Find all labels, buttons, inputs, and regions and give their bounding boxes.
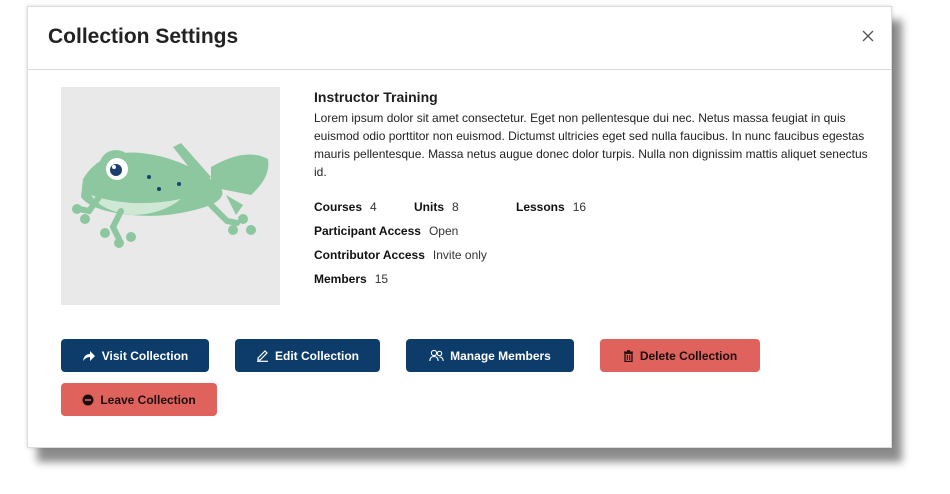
units-label: Units xyxy=(414,200,444,214)
contributor-access-row: Contributor Access Invite only xyxy=(314,243,874,267)
courses-stat: Courses 4 xyxy=(314,200,414,214)
modal-header: Collection Settings xyxy=(28,7,891,70)
minus-circle-icon xyxy=(82,394,94,406)
units-value: 8 xyxy=(452,200,459,214)
participant-access-row: Participant Access Open xyxy=(314,219,874,243)
share-arrow-icon xyxy=(82,350,96,362)
counts-row: Courses 4 Units 8 Lessons 16 xyxy=(314,195,874,219)
courses-label: Courses xyxy=(314,200,363,214)
contributor-access-label: Contributor Access xyxy=(314,248,425,262)
visit-collection-button[interactable]: Visit Collection xyxy=(61,339,209,372)
collection-image xyxy=(61,87,280,305)
collection-settings-modal: Collection Settings Instructor Training … xyxy=(27,6,892,448)
trash-icon xyxy=(623,349,634,362)
edit-collection-label: Edit Collection xyxy=(275,348,359,363)
contributor-access-value: Invite only xyxy=(432,248,487,262)
edit-collection-button[interactable]: Edit Collection xyxy=(235,339,380,372)
participant-access-value: Open xyxy=(428,224,459,238)
manage-members-label: Manage Members xyxy=(450,348,551,363)
collection-name: Instructor Training xyxy=(314,89,438,105)
collection-description: Lorem ipsum dolor sit amet consectetur. … xyxy=(314,111,868,179)
lessons-value: 16 xyxy=(572,200,587,214)
frog-illustration xyxy=(72,143,269,248)
delete-collection-label: Delete Collection xyxy=(639,348,738,363)
leave-collection-button[interactable]: Leave Collection xyxy=(61,383,217,416)
lessons-stat: Lessons 16 xyxy=(516,200,586,214)
users-icon xyxy=(429,349,444,362)
modal-title: Collection Settings xyxy=(48,25,239,48)
collection-stats: Courses 4 Units 8 Lessons 16 Participant… xyxy=(314,195,874,291)
lessons-label: Lessons xyxy=(516,200,565,214)
units-stat: Units 8 xyxy=(414,200,516,214)
members-label: Members xyxy=(314,272,367,286)
close-icon[interactable] xyxy=(861,29,875,43)
members-row: Members 15 xyxy=(314,267,874,291)
collection-info: Instructor Training Lorem ipsum dolor si… xyxy=(314,89,874,291)
manage-members-button[interactable]: Manage Members xyxy=(406,339,574,372)
delete-collection-button[interactable]: Delete Collection xyxy=(600,339,760,372)
visit-collection-label: Visit Collection xyxy=(101,348,189,363)
members-value: 15 xyxy=(374,272,389,286)
pencil-icon xyxy=(256,349,269,362)
courses-value: 4 xyxy=(370,200,377,214)
leave-collection-label: Leave Collection xyxy=(100,392,196,407)
participant-access-label: Participant Access xyxy=(314,224,421,238)
